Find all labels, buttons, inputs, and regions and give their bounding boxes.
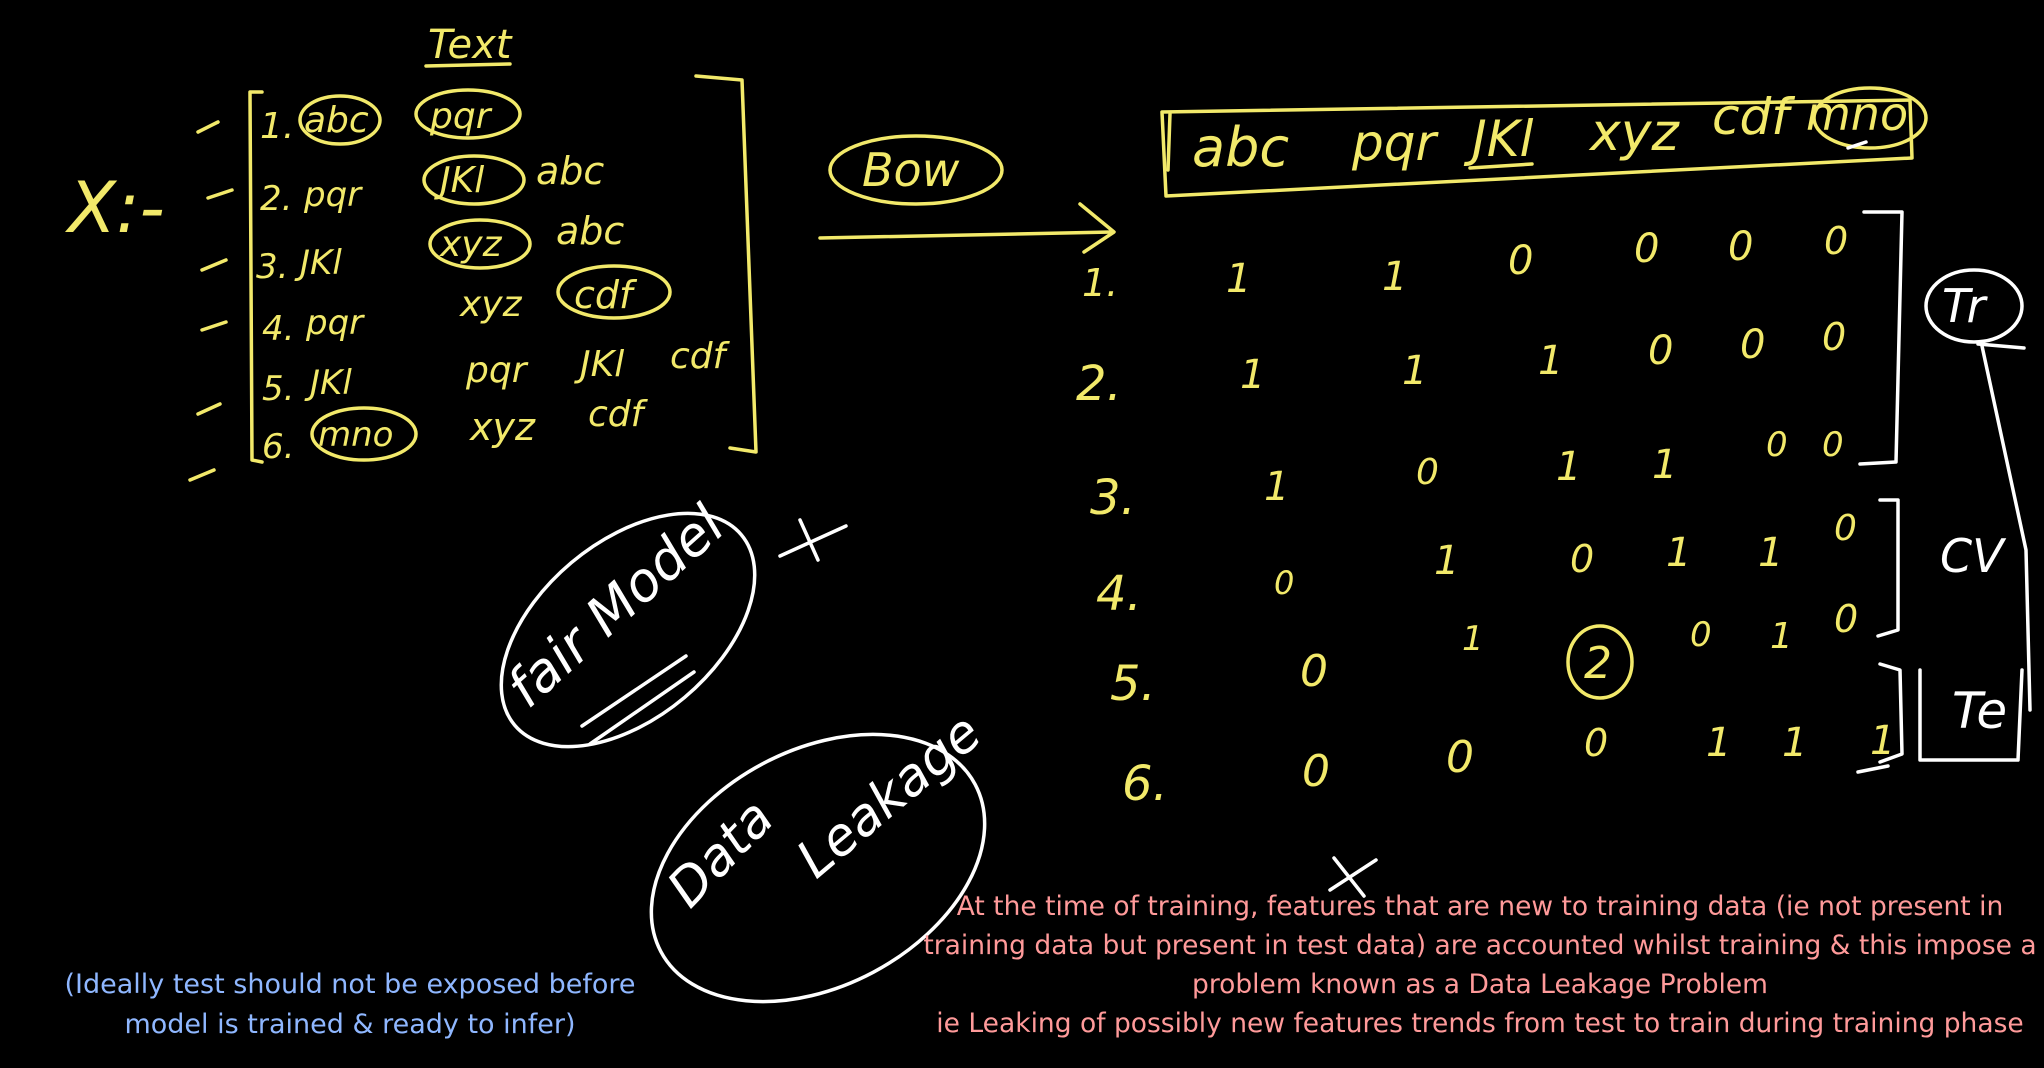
corpus-row-4-word-3: cdf	[574, 273, 638, 317]
matrix-cell-r5-c4: 0	[1690, 615, 1712, 655]
matrix-cell-r3-c4: 1	[1652, 442, 1677, 488]
train-connector	[1980, 344, 2032, 712]
matrix-cell-r6-c5: 1	[1782, 720, 1807, 766]
corpus-row-3-word-2: xyz	[439, 224, 503, 265]
train-bracket	[1858, 210, 1904, 466]
vocab-word-4: xyz	[1588, 103, 1681, 163]
test-label: Te	[1952, 682, 2007, 740]
corpus-row-5-word-2: pqr	[465, 350, 529, 391]
matrix-cell-r1-c6: 0	[1824, 219, 1848, 263]
data-leakage-note-line-2: training data but present in test data) …	[923, 930, 2037, 961]
corpus-row-3-num: 3.	[256, 247, 288, 287]
data-leakage-label-2: Leakage	[786, 703, 993, 890]
left-bracket-close	[694, 74, 758, 454]
data-leakage-note: At the time of training, features that a…	[920, 887, 2040, 1043]
matrix-cell-r4-c2: 1	[1434, 538, 1459, 584]
ideal-test-note: (Ideally test should not be exposed befo…	[40, 965, 660, 1045]
text-header-underline	[424, 62, 512, 68]
matrix-cell-r2-c3: 1	[1538, 338, 1563, 384]
matrix-cell-r2-c6: 0	[1822, 315, 1846, 359]
cross-mark-1	[778, 518, 848, 562]
bow-label: Bow	[862, 143, 960, 197]
corpus-row-1-word-2: pqr	[429, 96, 493, 137]
matrix-cell-r1-c5: 0	[1728, 224, 1753, 270]
matrix-cell-r5-c2: 1	[1462, 619, 1484, 659]
corpus-row-6-word-2: xyz	[469, 405, 536, 449]
matrix-cell-r4-c1: 0	[1274, 564, 1294, 602]
matrix-cell-r6-c4: 1	[1706, 720, 1731, 766]
matrix-cell-r4-c4: 1	[1666, 530, 1691, 576]
matrix-cell-r5-c3: 2	[1584, 638, 1612, 689]
corpus-row-2-word-1: pqr	[303, 175, 363, 215]
whiteboard-canvas: X:- Text 1. abc pqr 2. pqr JKl abc 3. JK…	[0, 0, 2044, 1068]
data-leakage-label-1: Data	[656, 788, 785, 919]
ideal-test-note-line-2: model is trained & ready to infer)	[124, 1009, 576, 1040]
matrix-cell-r2-c4: 0	[1648, 328, 1673, 374]
matrix-cell-r3-c1: 1	[1264, 464, 1289, 510]
bow-arrow-shaft	[818, 230, 1114, 240]
matrix-cell-r3-c2: 0	[1416, 452, 1439, 493]
row-ticks	[188, 120, 234, 482]
text-column-header: Text	[428, 22, 513, 68]
corpus-row-3-word-3: abc	[556, 209, 624, 253]
matrix-row-label-1: 1.	[1082, 261, 1118, 305]
matrix-row-label-3: 3.	[1090, 470, 1136, 526]
corpus-row-5-word-1: JKl	[304, 363, 352, 403]
vocab-word-3: JKl	[1463, 110, 1534, 168]
corpus-row-3-word-1: JKl	[294, 243, 342, 283]
train-label: Tr	[1942, 279, 1989, 333]
matrix-cell-r4-c5: 1	[1758, 530, 1783, 576]
corpus-row-4-num: 4.	[262, 309, 294, 349]
matrix-cell-r4-c3: 0	[1570, 537, 1594, 581]
data-leakage-note-line-1: At the time of training, features that a…	[956, 891, 2004, 922]
matrix-cell-r2-c2: 1	[1402, 348, 1427, 394]
matrix-cell-r5-c1: 0	[1300, 646, 1328, 697]
matrix-cell-r6-c1: 0	[1302, 746, 1330, 797]
corpus-row-5-num: 5.	[262, 369, 294, 409]
ideal-test-note-line-1: (Ideally test should not be exposed befo…	[64, 969, 636, 1000]
matrix-cell-r6-c3: 0	[1584, 721, 1608, 765]
matrix-cell-r5-c6: 0	[1834, 597, 1858, 641]
matrix-cell-r1-c1: 1	[1226, 256, 1251, 302]
matrix-cell-r5-c5: 1	[1770, 616, 1793, 657]
vocab-word-2: pqr	[1351, 114, 1439, 172]
matrix-cell-r1-c2: 1	[1382, 254, 1407, 300]
matrix-cell-r1-c4: 0	[1634, 226, 1659, 272]
fair-model-underline-2	[588, 670, 696, 746]
corpus-row-6-word-3: cdf	[588, 394, 649, 435]
matrix-row-label-6: 6.	[1122, 756, 1168, 812]
matrix-cell-r3-c6: 0	[1822, 425, 1844, 465]
corpus-row-6-word-1: mno	[318, 415, 393, 455]
corpus-row-2-num: 2.	[260, 179, 292, 219]
corpus-row-1-word-1: abc	[304, 100, 369, 141]
data-leakage-note-line-3: problem known as a Data Leakage Problem	[1192, 969, 1768, 1000]
data-leakage-note-line-4: ie Leaking of possibly new features tren…	[936, 1008, 2024, 1039]
bow-arrow-head	[1078, 202, 1116, 254]
corpus-row-4-word-1: pqr	[305, 303, 365, 343]
vocab-word-1: abc	[1192, 116, 1289, 179]
matrix-cell-r4-c6: 0	[1834, 508, 1857, 549]
matrix-row-label-5: 5.	[1110, 656, 1156, 712]
corpus-row-2-word-2: JKl	[434, 160, 484, 201]
x-label: X:-	[64, 167, 165, 249]
matrix-cell-r1-c3: 0	[1508, 238, 1533, 284]
cv-bracket	[1876, 498, 1900, 638]
matrix-cell-r3-c3: 1	[1556, 444, 1581, 490]
matrix-row-label-2: 2.	[1076, 356, 1122, 412]
matrix-cell-r6-c2: 0	[1446, 732, 1474, 783]
matrix-cell-r2-c1: 1	[1240, 352, 1265, 398]
matrix-cell-r3-c5: 0	[1766, 425, 1788, 465]
cv-label: CV	[1940, 529, 2007, 583]
corpus-row-4-word-2: xyz	[459, 284, 523, 325]
matrix-cell-r2-c5: 0	[1740, 322, 1765, 368]
corpus-row-1-num: 1.	[260, 106, 294, 147]
corpus-row-5-word-4: cdf	[670, 336, 731, 377]
vocab-word-5: cdf	[1712, 88, 1795, 146]
corpus-row-6-num: 6.	[262, 427, 294, 467]
corpus-row-2-word-3: abc	[536, 149, 604, 193]
corpus-row-5-word-3: JKl	[574, 344, 624, 385]
matrix-row-label-4: 4.	[1096, 566, 1142, 622]
